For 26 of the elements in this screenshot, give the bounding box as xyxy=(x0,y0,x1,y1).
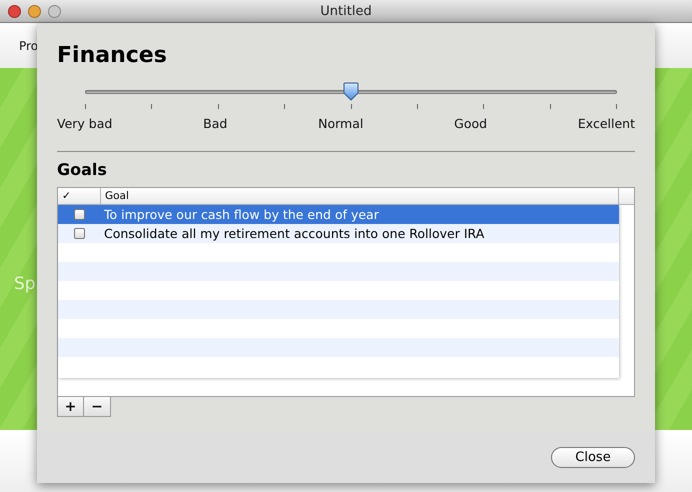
rating-slider[interactable] xyxy=(85,82,617,102)
rating-label: Very bad xyxy=(57,116,112,131)
section-title: Goals xyxy=(57,160,107,179)
slider-thumb[interactable] xyxy=(343,82,359,101)
close-button[interactable]: Close xyxy=(551,446,635,468)
goal-text: To improve our cash flow by the end of year xyxy=(104,207,379,222)
sheet-title: Finances xyxy=(57,43,167,68)
column-header[interactable]: ✓ xyxy=(58,188,101,204)
minimize-window-icon[interactable] xyxy=(28,4,41,18)
checkbox[interactable] xyxy=(74,228,85,239)
remove-button[interactable]: − xyxy=(84,397,111,417)
zoom-window-icon[interactable] xyxy=(48,4,61,18)
table-row[interactable]: Consolidate all my retirement accounts into one Rollover IRA xyxy=(58,224,619,243)
rating-label: Bad xyxy=(203,116,228,131)
goal-text: Consolidate all my retirement accounts into one Rollover IRA xyxy=(104,226,484,241)
checkbox[interactable] xyxy=(74,209,85,220)
project-label: Pro xyxy=(19,38,38,52)
close-window-icon[interactable] xyxy=(8,4,21,18)
window-title: Untitled xyxy=(319,4,373,18)
add-button[interactable]: + xyxy=(57,397,84,417)
rating-label: Good xyxy=(454,116,488,131)
rating-label: Excellent xyxy=(578,116,635,131)
area-label: Sp xyxy=(14,274,36,294)
table-row[interactable]: To improve our cash flow by the end of year xyxy=(58,205,619,224)
column-header[interactable]: Goal xyxy=(101,188,619,204)
rating-label: Normal xyxy=(318,116,364,131)
